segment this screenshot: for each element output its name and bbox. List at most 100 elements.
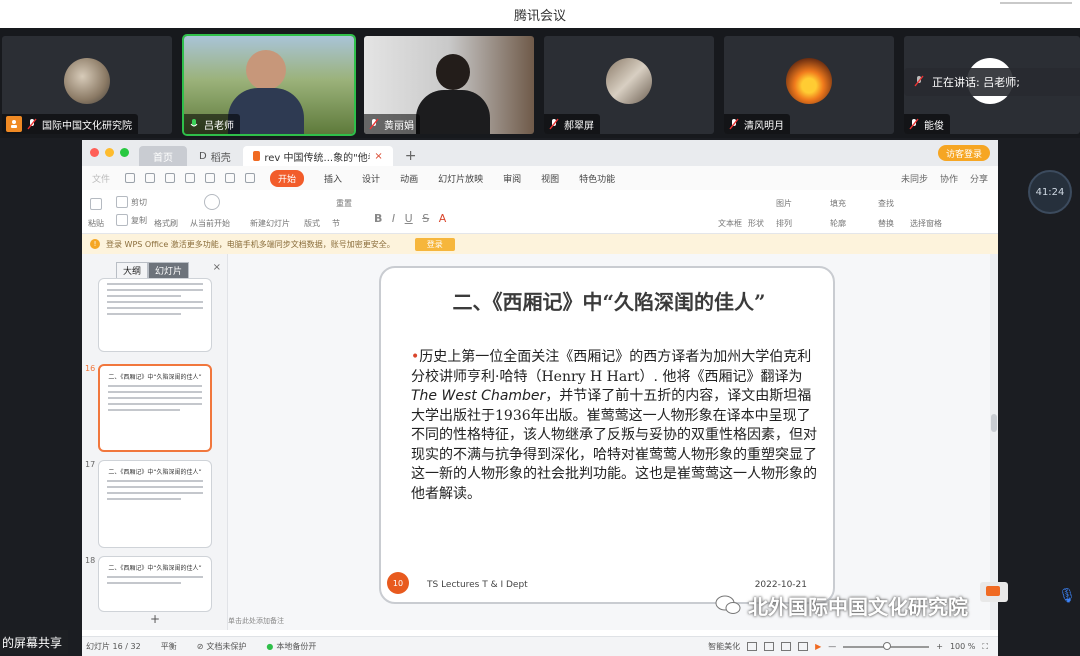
theme-name[interactable]: 平衡 — [161, 641, 177, 652]
undo-icon[interactable] — [225, 173, 236, 183]
statusbar-right: 智能美化 ▶ — + 100 % ⛶ — [708, 641, 988, 652]
slide-thumbnail[interactable]: 二、《西厢记》中“久陷深闺的佳人” — [98, 460, 212, 548]
participant-tile[interactable]: 黄丽娟 — [364, 36, 534, 134]
current-slide[interactable]: 二、《西厢记》中“久陷深闺的佳人” •历史上第一位全面关注《西厢记》的西方译者为… — [379, 266, 835, 604]
fill-button[interactable]: 填充 — [830, 198, 846, 209]
reading-view-icon[interactable] — [798, 642, 809, 651]
zoom-in-icon[interactable]: + — [936, 642, 943, 651]
backup-status[interactable]: ● 本地备份开 — [266, 641, 316, 652]
notes-placeholder[interactable]: 单击此处添加备注 — [228, 616, 284, 626]
tab-slides[interactable]: 幻灯片 — [148, 262, 190, 279]
notice-login-button[interactable]: 登录 — [414, 237, 455, 251]
speaking-indicator: 正在讲话: 吕老师; — [904, 68, 1080, 96]
menu-home[interactable]: 开始 — [270, 169, 305, 187]
copy-label: 复制 — [131, 215, 147, 225]
docer-icon: D — [199, 150, 207, 162]
cut-button[interactable]: 剪切 — [116, 196, 147, 208]
tab-docer[interactable]: D 稻壳 — [189, 146, 241, 166]
notes-view-icon[interactable] — [747, 642, 758, 651]
reset-button[interactable]: 重置 — [336, 198, 352, 209]
backup-icon: ● — [266, 642, 274, 651]
arrange-button[interactable]: 排列 — [776, 218, 792, 229]
underline-icon[interactable]: U — [405, 212, 413, 225]
print-icon[interactable] — [165, 173, 176, 183]
tab-document[interactable]: rev 中国传统...象的"他者"解读 × — [242, 146, 393, 166]
font-color-icon[interactable]: A — [439, 212, 447, 225]
tab-close-icon[interactable]: × — [374, 151, 382, 162]
mic-icon[interactable]: 🎙 — [1058, 588, 1076, 604]
body-part-1: 历史上第一位全面关注《西厢记》的西方译者为加州大学伯克利分校讲师亨利·哈特（He… — [411, 349, 812, 385]
ppt-app-icon[interactable] — [980, 582, 1008, 602]
menu-file[interactable]: 文件 — [92, 172, 110, 185]
participant-tile[interactable]: 国际中国文化研究院 — [2, 36, 172, 134]
scroll-thumb[interactable] — [991, 414, 997, 432]
slide-thumbnail[interactable]: 二、《西厢记》中“久陷深闺的佳人” — [98, 556, 212, 612]
strike-icon[interactable]: S — [422, 212, 429, 225]
fit-window-icon[interactable]: ⛶ — [982, 642, 988, 652]
sync-status[interactable]: 未同步 — [901, 172, 928, 185]
participant-tile[interactable]: 郝翠屏 — [544, 36, 714, 134]
vertical-scrollbar[interactable] — [990, 254, 998, 630]
zoom-slider[interactable] — [843, 641, 930, 650]
format-painter-button[interactable]: 格式刷 — [154, 218, 178, 229]
menu-insert[interactable]: 插入 — [324, 172, 342, 185]
shape-button[interactable]: 形状 — [748, 218, 764, 229]
window-controls[interactable] — [1000, 2, 1072, 4]
preview-icon[interactable] — [185, 173, 196, 183]
outline-button[interactable]: 轮廓 — [830, 218, 846, 229]
mic-muted-icon — [728, 118, 740, 130]
warning-icon: ! — [90, 239, 100, 249]
section-button[interactable]: 节 — [332, 218, 340, 229]
normal-view-icon[interactable] — [764, 642, 775, 651]
guest-login-button[interactable]: 访客登录 — [937, 145, 990, 161]
panel-close-icon[interactable]: × — [213, 262, 221, 273]
tab-home[interactable]: 首页 — [139, 146, 187, 166]
picture-button[interactable]: 图片 — [776, 198, 792, 209]
zoom-level[interactable]: 100 % — [950, 642, 975, 651]
participant-tile[interactable]: 清风明月 — [724, 36, 894, 134]
sorter-view-icon[interactable] — [781, 642, 792, 651]
redo-icon[interactable] — [245, 173, 256, 183]
copy-button[interactable]: 复制 — [116, 214, 147, 226]
browser-tabbar: 首页 D 稻壳 rev 中国传统...象的"他者"解读 × + 访客登录 — [82, 140, 998, 166]
maximize-dot-icon[interactable] — [120, 148, 129, 157]
export-icon[interactable] — [205, 173, 216, 183]
zoom-knob[interactable] — [883, 641, 892, 650]
avatar — [606, 58, 652, 104]
window-dots — [82, 148, 139, 166]
slide-thumbnail[interactable] — [98, 278, 212, 352]
menu-special[interactable]: 特色功能 — [579, 172, 615, 185]
select-pane-button[interactable]: 选择窗格 — [910, 218, 942, 229]
bold-icon[interactable]: B — [374, 212, 382, 225]
menu-slideshow[interactable]: 幻灯片放映 — [438, 172, 483, 185]
layout-button[interactable]: 版式 — [304, 218, 320, 229]
protect-status[interactable]: ⊘ 文档未保护 — [197, 641, 247, 652]
zoom-out-icon[interactable]: — — [828, 642, 836, 651]
minimize-dot-icon[interactable] — [105, 148, 114, 157]
find-button[interactable]: 查找 — [878, 198, 894, 209]
beautify-button[interactable]: 智能美化 — [708, 641, 740, 652]
textbox-button[interactable]: 文本框 — [718, 218, 742, 229]
menu-view[interactable]: 视图 — [541, 172, 559, 185]
save-icon[interactable] — [125, 173, 136, 183]
tab-outline[interactable]: 大纲 — [116, 262, 149, 279]
replace-button[interactable]: 替换 — [878, 218, 894, 229]
collab-button[interactable]: 协作 — [940, 172, 958, 185]
menu-design[interactable]: 设计 — [362, 172, 380, 185]
paste-button[interactable] — [90, 198, 102, 210]
close-dot-icon[interactable] — [90, 148, 99, 157]
participant-tile-active[interactable]: 吕老师 — [182, 34, 356, 136]
play-icon[interactable] — [204, 194, 220, 210]
play-slideshow-icon[interactable]: ▶ — [815, 642, 821, 651]
open-icon[interactable] — [145, 173, 156, 183]
add-slide-button[interactable]: + — [150, 612, 160, 626]
new-tab-button[interactable]: + — [395, 146, 427, 166]
menu-review[interactable]: 审阅 — [503, 172, 521, 185]
share-button[interactable]: 分享 — [970, 172, 988, 185]
participant-label: 郝翠屏 — [544, 114, 600, 134]
menu-animation[interactable]: 动画 — [400, 172, 418, 185]
italic-icon[interactable]: I — [392, 212, 395, 225]
new-slide-button[interactable]: 新建幻灯片 — [250, 218, 290, 229]
play-from-current-button[interactable]: 从当前开始 — [190, 218, 230, 229]
slide-thumbnail-selected[interactable]: 二、《西厢记》中“久陷深闺的佳人” — [98, 364, 212, 452]
